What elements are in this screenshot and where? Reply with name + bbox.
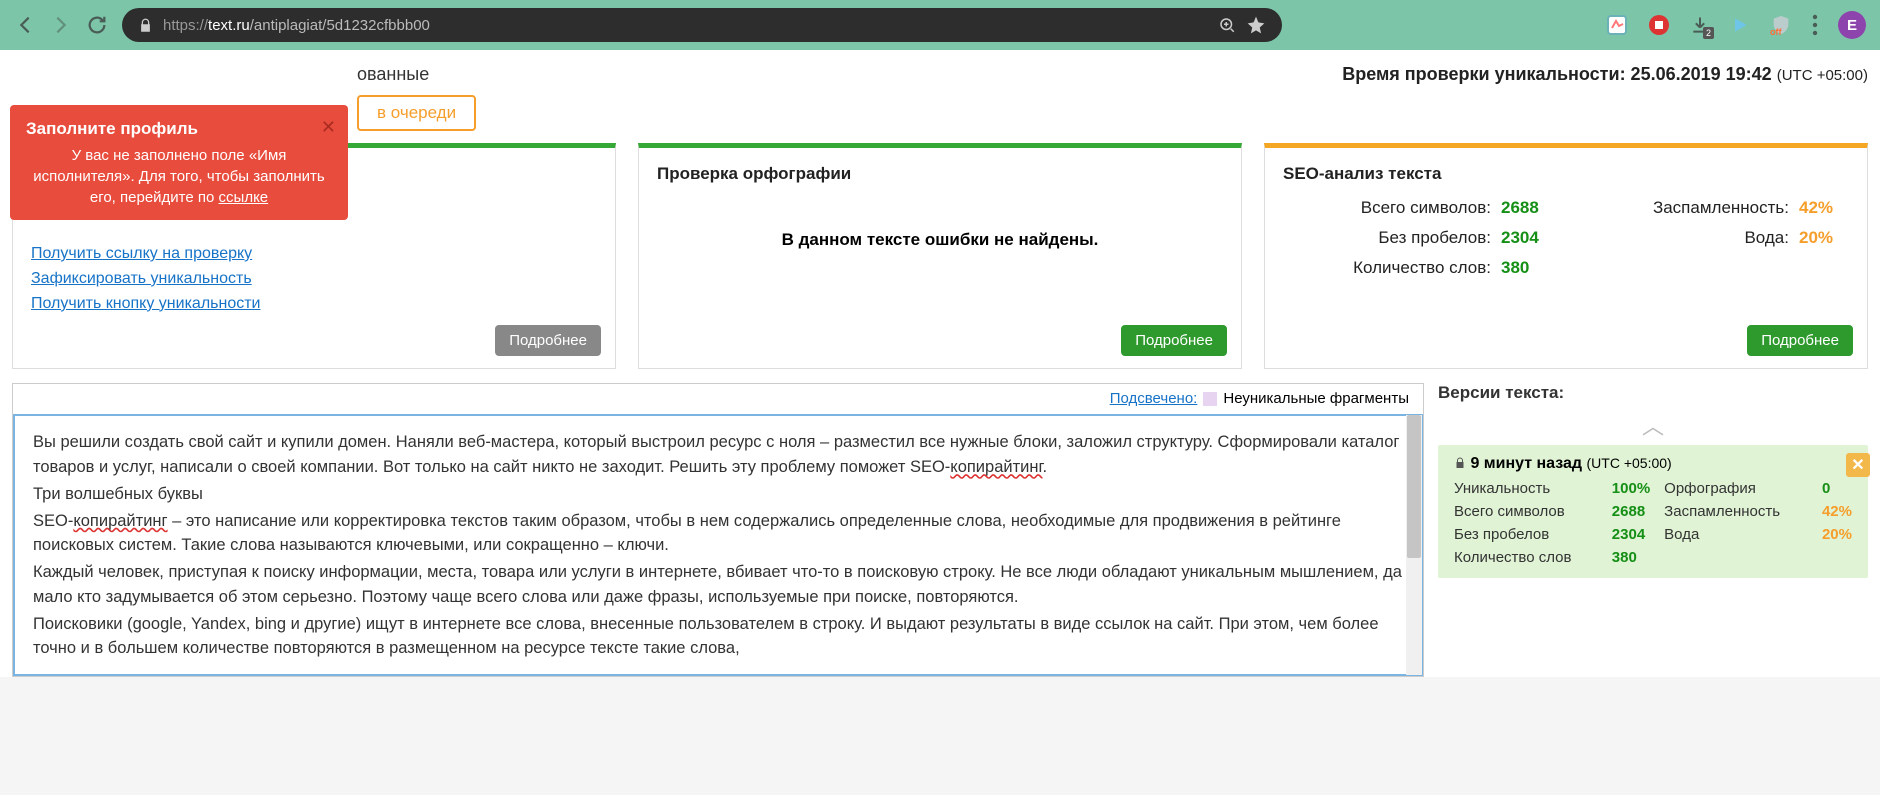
seo-panel: SEO-анализ текста Всего символов:2688 Без…: [1264, 143, 1868, 369]
orth-message: В данном тексте ошибки не найдены.: [657, 230, 1223, 250]
lock-icon: [1454, 457, 1466, 469]
chevron-up-icon[interactable]: ︿: [1438, 409, 1868, 441]
panel-title: Проверка орфографии: [657, 164, 1223, 184]
ext-icon-play[interactable]: [1730, 15, 1750, 35]
back-icon[interactable]: [14, 14, 36, 36]
url-text: https://text.ru/antiplagiat/5d1232cfbbb0…: [163, 17, 1208, 34]
ext-icon-1[interactable]: [1606, 14, 1628, 36]
seo-row: Вода:20%: [1581, 228, 1849, 248]
uniq-link-2[interactable]: Зафиксировать уникальность: [31, 267, 597, 292]
text-editor[interactable]: Вы решили создать свой сайт и купили дом…: [13, 414, 1423, 676]
notice-body: У вас не заполнено поле «Имя исполнителя…: [33, 147, 324, 206]
details-button[interactable]: Подробнее: [1747, 325, 1853, 356]
adblock-icon[interactable]: [1648, 14, 1670, 36]
zoom-icon[interactable]: [1218, 16, 1236, 34]
seo-row: Без пробелов:2304: [1283, 228, 1551, 248]
lock-icon: [138, 18, 153, 33]
version-card[interactable]: 9 минут назад (UTC +05:00) Уникальность1…: [1438, 445, 1868, 578]
reload-icon[interactable]: [86, 14, 108, 36]
menu-icon[interactable]: [1812, 14, 1818, 36]
panel-title: SEO-анализ текста: [1283, 164, 1849, 184]
uniq-link-3[interactable]: Получить кнопку уникальности: [31, 292, 597, 317]
avatar[interactable]: E: [1838, 11, 1866, 39]
uniq-link-1[interactable]: Получить ссылку на проверку: [31, 242, 597, 267]
orthography-panel: Проверка орфографии В данном тексте ошиб…: [638, 143, 1242, 369]
forward-icon[interactable]: [50, 14, 72, 36]
versions-title: Версии текста:: [1438, 383, 1868, 403]
shield-icon[interactable]: off: [1770, 13, 1792, 37]
details-button[interactable]: Подробнее: [495, 325, 601, 356]
seo-row: Заспамленность:42%: [1581, 198, 1849, 218]
notice-title: Заполните профиль: [26, 117, 332, 141]
queue-button[interactable]: в очереди: [357, 95, 476, 131]
versions-panel: Версии текста: ︿ 9 минут назад (UTC +05:…: [1438, 383, 1868, 578]
tab-label-fragment: ованные: [357, 64, 476, 85]
download-icon[interactable]: 2: [1690, 15, 1710, 35]
highlight-label: Неуникальные фрагменты: [1223, 390, 1409, 407]
editor-scrollbar[interactable]: [1406, 415, 1422, 675]
check-time: Время проверки уникальности: 25.06.2019 …: [1342, 64, 1868, 85]
highlight-link[interactable]: Подсвечено:: [1110, 390, 1198, 407]
extensions-bar: 2 off E: [1606, 11, 1866, 39]
remove-version-button[interactable]: ✕: [1846, 453, 1870, 477]
close-icon[interactable]: ✕: [321, 115, 336, 140]
seo-row: Количество слов:380: [1283, 258, 1551, 278]
highlight-swatch: [1203, 392, 1217, 406]
address-bar[interactable]: https://text.ru/antiplagiat/5d1232cfbbb0…: [122, 8, 1282, 42]
browser-toolbar: https://text.ru/antiplagiat/5d1232cfbbb0…: [0, 0, 1880, 50]
editor-area: Подсвечено: Неуникальные фрагменты Вы ре…: [12, 383, 1424, 677]
details-button[interactable]: Подробнее: [1121, 325, 1227, 356]
star-icon[interactable]: [1246, 15, 1266, 35]
notice-link[interactable]: ссылке: [219, 189, 269, 206]
profile-notice: ✕ Заполните профиль У вас не заполнено п…: [10, 105, 348, 220]
seo-row: Всего символов:2688: [1283, 198, 1551, 218]
